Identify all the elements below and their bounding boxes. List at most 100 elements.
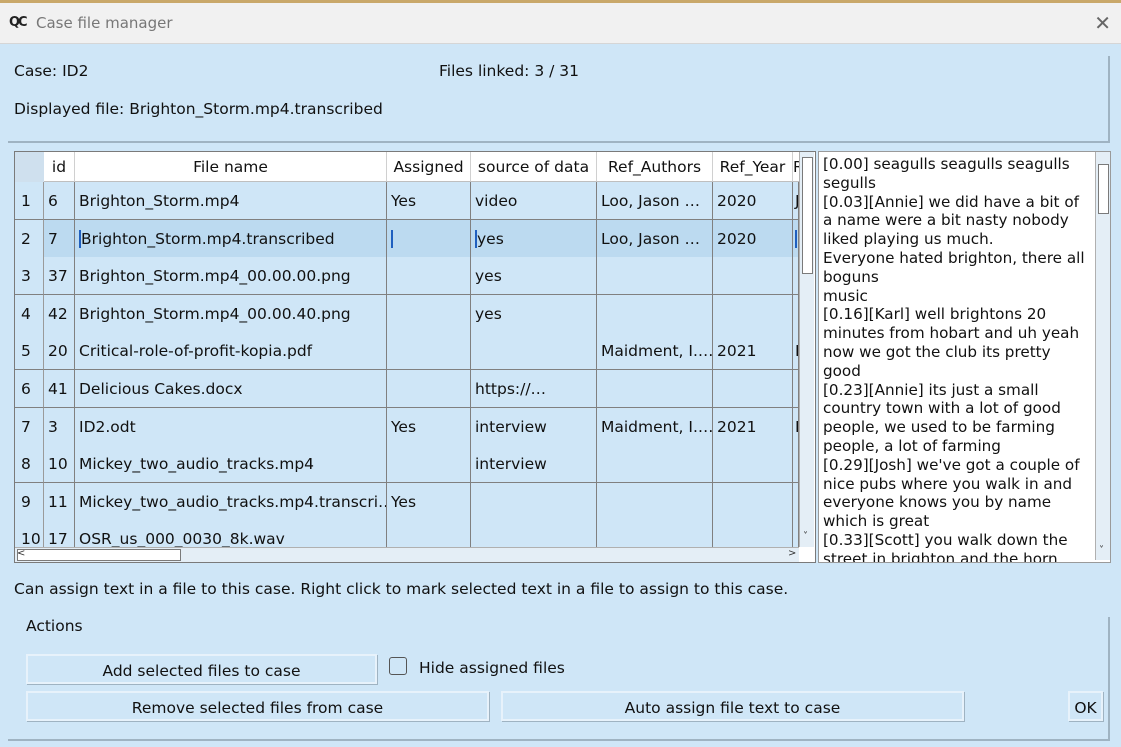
column-header-ref-year[interactable]: Ref_Year xyxy=(713,152,793,182)
cell-year[interactable]: 2020 xyxy=(713,219,793,258)
scroll-right-icon[interactable]: > xyxy=(788,548,796,559)
cell-assigned[interactable]: Yes xyxy=(387,182,471,220)
row-number[interactable]: 8 xyxy=(15,445,44,484)
cell-assigned[interactable] xyxy=(387,294,471,333)
cell-id[interactable]: 42 xyxy=(44,294,75,333)
hide-assigned-checkbox[interactable] xyxy=(389,657,407,675)
cell-year[interactable]: 2021 xyxy=(713,332,793,371)
row-number[interactable]: 4 xyxy=(15,294,44,333)
file-table[interactable]: id File name Assigned source of data Ref… xyxy=(14,151,816,563)
row-number[interactable]: 2 xyxy=(15,219,44,258)
row-number[interactable]: 5 xyxy=(15,332,44,371)
row-number[interactable]: 9 xyxy=(15,482,44,521)
cell-assigned[interactable] xyxy=(387,332,471,371)
column-header-ref-authors[interactable]: Ref_Authors xyxy=(597,152,713,182)
cell-id[interactable]: 41 xyxy=(44,370,75,408)
cell-source[interactable]: yes xyxy=(471,257,597,296)
cell-name[interactable]: Critical-role-of-profit-kopia.pdf xyxy=(75,332,387,371)
scroll-down-icon[interactable]: ˅ xyxy=(803,531,808,542)
cell-source[interactable]: video xyxy=(471,182,597,220)
cell-id[interactable]: 10 xyxy=(44,445,75,484)
cell-year[interactable]: 2021 xyxy=(713,407,793,446)
cell-authors[interactable] xyxy=(597,257,713,296)
row-number[interactable]: 6 xyxy=(15,370,44,408)
cell-assigned[interactable] xyxy=(387,257,471,296)
cell-assigned[interactable] xyxy=(387,219,471,258)
column-header-assigned[interactable]: Assigned xyxy=(387,152,471,182)
text-caret xyxy=(391,230,393,249)
table-row[interactable]: 6 41 Delicious Cakes.docx https://… xyxy=(15,370,799,408)
row-number[interactable]: 1 xyxy=(15,182,44,220)
cell-id[interactable]: 6 xyxy=(44,182,75,220)
file-text-pane[interactable]: [0.00] seagulls seagulls seagulls segull… xyxy=(818,151,1111,563)
cell-year[interactable] xyxy=(713,370,793,408)
cell-name[interactable]: Brighton_Storm.mp4.transcribed xyxy=(75,219,387,258)
table-row[interactable]: 4 42 Brighton_Storm.mp4_00.00.40.png yes xyxy=(15,294,799,333)
cell-id[interactable]: 3 xyxy=(44,407,75,446)
cell-source[interactable]: https://… xyxy=(471,370,597,408)
cell-authors[interactable]: Loo, Jason … xyxy=(597,182,713,220)
cell-id[interactable]: 11 xyxy=(44,482,75,521)
cell-assigned[interactable] xyxy=(387,445,471,484)
add-files-button[interactable]: Add selected files to case xyxy=(26,654,377,684)
cell-name[interactable]: ID2.odt xyxy=(75,407,387,446)
cell-id[interactable]: 37 xyxy=(44,257,75,296)
table-row[interactable]: 8 10 Mickey_two_audio_tracks.mp4 interview xyxy=(15,445,799,484)
cell-source[interactable] xyxy=(471,332,597,371)
remove-files-button[interactable]: Remove selected files from case xyxy=(26,691,489,721)
table-row[interactable]: 3 37 Brighton_Storm.mp4_00.00.00.png yes xyxy=(15,257,799,296)
table-horizontal-scrollbar[interactable]: < > xyxy=(15,547,799,562)
cell-assigned[interactable] xyxy=(387,370,471,408)
cell-year[interactable] xyxy=(713,257,793,296)
cell-id[interactable]: 20 xyxy=(44,332,75,371)
cell-source[interactable]: interview xyxy=(471,407,597,446)
cell-source[interactable]: yes xyxy=(471,294,597,333)
cell-year[interactable] xyxy=(713,294,793,333)
table-row[interactable]: 5 20 Critical-role-of-profit-kopia.pdf Maid… xyxy=(15,332,799,371)
cell-source[interactable]: interview xyxy=(471,445,597,484)
cell-authors[interactable] xyxy=(597,445,713,484)
text-scroll-up-icon[interactable]: ˄ xyxy=(1099,152,1104,160)
cell-name[interactable]: Brighton_Storm.mp4_00.00.00.png xyxy=(75,257,387,296)
cell-year[interactable] xyxy=(713,445,793,484)
cell-authors[interactable]: Loo, Jason … xyxy=(597,219,713,258)
cell-source[interactable] xyxy=(471,482,597,521)
cell-source[interactable]: yes xyxy=(471,219,597,258)
scroll-left-icon[interactable]: < xyxy=(17,548,25,559)
text-scroll-down-icon[interactable]: ˅ xyxy=(1099,545,1104,556)
hide-assigned-label[interactable]: Hide assigned files xyxy=(419,659,565,677)
text-vertical-scroll-thumb[interactable] xyxy=(1098,164,1109,214)
cell-name[interactable]: Mickey_two_audio_tracks.mp4 xyxy=(75,445,387,484)
transcript-text[interactable]: [0.00] seagulls seagulls seagulls segull… xyxy=(823,155,1093,562)
table-row[interactable]: 73ID2.odtYesinterviewMaidment, I.…2021I xyxy=(15,407,799,446)
cell-authors[interactable] xyxy=(597,294,713,333)
cell-authors[interactable] xyxy=(597,482,713,521)
cell-authors[interactable] xyxy=(597,370,713,408)
column-header-source-of-data[interactable]: source of data xyxy=(471,152,597,182)
ok-button[interactable]: OK xyxy=(1068,691,1103,721)
cell-assigned[interactable]: Yes xyxy=(387,482,471,521)
table-row[interactable]: 9 11 Mickey_two_audio_tracks.mp4.transcri…… xyxy=(15,482,799,521)
cell-authors[interactable]: Maidment, I.… xyxy=(597,332,713,371)
cell-name[interactable]: Delicious Cakes.docx xyxy=(75,370,387,408)
text-vertical-scrollbar[interactable]: ˄ ˅ xyxy=(1095,152,1110,560)
cell-name[interactable]: Brighton_Storm.mp4 xyxy=(75,182,387,220)
cell-year[interactable]: 2020 xyxy=(713,182,793,220)
table-horizontal-scroll-thumb[interactable] xyxy=(17,549,181,561)
cell-name[interactable]: Mickey_two_audio_tracks.mp4.transcri… xyxy=(75,482,387,521)
close-icon[interactable]: ✕ xyxy=(1094,11,1111,35)
row-number[interactable]: 7 xyxy=(15,407,44,446)
cell-id[interactable]: 7 xyxy=(44,219,75,258)
cell-assigned[interactable]: Yes xyxy=(387,407,471,446)
table-vertical-scrollbar[interactable]: ˄ ˅ xyxy=(799,152,814,547)
column-header-file-name[interactable]: File name xyxy=(75,152,387,182)
cell-name[interactable]: Brighton_Storm.mp4_00.00.40.png xyxy=(75,294,387,333)
cell-year[interactable] xyxy=(713,482,793,521)
row-number[interactable]: 3 xyxy=(15,257,44,296)
column-header-id[interactable]: id xyxy=(44,152,75,182)
table-row[interactable]: 1 6 Brighton_Storm.mp4 Yes video Loo, Jason …… xyxy=(15,182,799,220)
cell-authors[interactable]: Maidment, I.… xyxy=(597,407,713,446)
auto-assign-button[interactable]: Auto assign file text to case xyxy=(501,691,964,721)
table-row[interactable]: 2 7 Brighton_Storm.mp4.transcribed yes Loo, … xyxy=(15,219,799,258)
table-vertical-scroll-thumb[interactable] xyxy=(802,157,813,274)
